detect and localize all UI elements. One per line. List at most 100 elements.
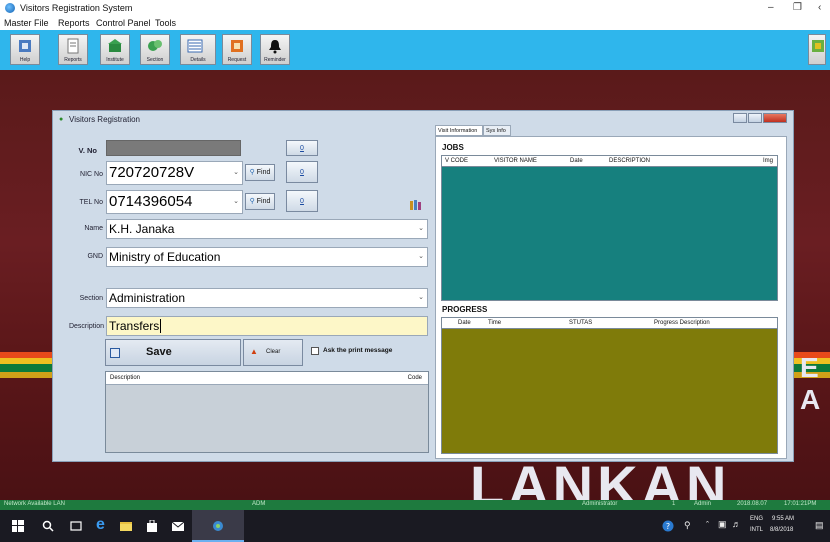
tel-count-button[interactable]: 0 (286, 190, 318, 212)
language-secondary[interactable]: INTL (750, 527, 763, 533)
jobs-col-vcode: V CODE (445, 158, 469, 164)
floppy-icon (110, 348, 120, 358)
visitors-app-icon (213, 521, 223, 531)
minimize-icon[interactable]: – (768, 2, 774, 13)
gnd-field[interactable]: Ministry of Education ⌄ (106, 247, 428, 267)
help-tray-icon[interactable]: ? (662, 520, 674, 532)
status-bar: Network Available LAN ADM Administrator … (0, 500, 830, 510)
file-explorer-icon[interactable] (120, 520, 132, 532)
maximize-icon[interactable]: ❐ (793, 2, 802, 13)
jobs-col-description: DESCRIPTION (609, 158, 651, 164)
vno-field[interactable] (106, 140, 241, 156)
toolbar-reminder-button[interactable]: Reminder (260, 34, 290, 65)
app-icon (5, 3, 15, 13)
tab-sys-info[interactable]: Sys Info (483, 125, 511, 136)
taskbar: e ? ⚲ ˆ ▣ ♬ ENG INTL 9:55 AM 8/8/2018 ▤ (0, 510, 830, 542)
section-value: Administration (109, 291, 186, 305)
tel-field[interactable]: 0714396054 ⌄ (106, 190, 243, 214)
menu-master-file[interactable]: Master File (4, 18, 49, 28)
toolbar-request-label: Request (227, 57, 247, 63)
toolbar-section-label: Section (146, 57, 164, 63)
description-field[interactable]: Transfers (106, 316, 428, 336)
dialog-minimize-button[interactable] (733, 113, 747, 123)
status-user-code: ADM (252, 501, 266, 507)
clock-date[interactable]: 8/8/2018 (770, 527, 793, 533)
jobs-title: JOBS (442, 143, 464, 152)
name-field[interactable]: K.H. Janaka ⌄ (106, 219, 428, 239)
clear-button[interactable]: ▲ Clear (243, 339, 303, 366)
menu-control-panel[interactable]: Control Panel (96, 18, 151, 28)
save-button[interactable]: Save (105, 339, 241, 366)
visitors-registration-dialog: ● Visitors Registration V. No 0 NIC No 7… (52, 110, 794, 462)
toolbar-help-label: Help (19, 57, 31, 63)
tel-find-button[interactable]: ⚲ Find (245, 193, 275, 210)
people-icon[interactable]: ⚲ (684, 520, 691, 531)
mail-icon[interactable] (172, 520, 184, 532)
menu-tools[interactable]: Tools (155, 18, 176, 28)
jobs-grid[interactable]: V CODE VISITOR NAME Date DESCRIPTION Img (441, 155, 778, 301)
toolbar-help-button[interactable]: Help (10, 34, 40, 65)
jobs-col-img: Img (762, 158, 773, 164)
vno-label: V. No (78, 146, 97, 155)
clear-label: Clear (266, 349, 281, 355)
toolbar-details-label: Details (190, 57, 206, 63)
search-icon[interactable] (42, 520, 54, 532)
tab-visit-information[interactable]: Visit Information (435, 125, 483, 136)
tel-find-label: Find (256, 198, 271, 205)
dialog-close-button[interactable] (763, 113, 787, 123)
request-icon (231, 40, 243, 52)
list-header-code: Code (407, 375, 422, 381)
help-icon (19, 40, 31, 52)
nic-value: 720720728V (109, 164, 195, 181)
volume-icon[interactable]: ♬ (732, 519, 741, 529)
magnifier-icon: ⚲ (249, 198, 255, 205)
books-icon[interactable] (409, 199, 423, 211)
nic-field[interactable]: 720720728V ⌄ (106, 161, 243, 185)
grid-icon (812, 40, 824, 52)
toolbar-reports-button[interactable]: Reports (58, 34, 88, 65)
store-icon[interactable] (146, 520, 158, 532)
network-icon[interactable]: ▣ (718, 519, 727, 530)
language-primary[interactable]: ENG (750, 516, 763, 522)
notification-icon[interactable]: ▤ (815, 520, 824, 531)
name-label: Name (84, 225, 103, 232)
toolbar-institute-button[interactable]: Institute (100, 34, 130, 65)
window-title: Visitors Registration System (20, 3, 133, 13)
eraser-icon: ▲ (250, 347, 258, 356)
section-icon (148, 40, 162, 51)
nic-count-button[interactable]: 0 (286, 161, 318, 183)
title-bar: Visitors Registration System – ❐ ‹ (0, 0, 830, 16)
shield-icon: ● (59, 116, 64, 123)
chevron-up-icon[interactable]: ˆ (706, 520, 709, 530)
toolbar-request-button[interactable]: Request (222, 34, 252, 65)
task-view-icon[interactable] (70, 520, 82, 532)
dialog-restore-button[interactable] (748, 113, 762, 123)
status-role: Administrator (582, 501, 618, 507)
windows-start-icon[interactable] (12, 520, 24, 532)
close-icon[interactable]: ‹ (818, 2, 821, 13)
toolbar-extra-button[interactable] (808, 34, 826, 65)
chevron-down-icon: ⌄ (233, 169, 239, 176)
toolbar-section-button[interactable]: Section (140, 34, 170, 65)
print-message-checkbox[interactable] (311, 347, 319, 355)
text-cursor (160, 319, 162, 333)
description-value: Transfers (109, 319, 160, 333)
description-list-header: Description Code (106, 372, 428, 385)
jobs-col-date: Date (570, 158, 583, 164)
toolbar-details-button[interactable]: Details (180, 34, 216, 65)
taskbar-app-active[interactable] (192, 510, 244, 542)
section-field[interactable]: Administration ⌄ (106, 288, 428, 308)
clock-time[interactable]: 9:55 AM (772, 516, 794, 522)
vno-count-button[interactable]: 0 (286, 140, 318, 156)
description-label: Description (68, 323, 104, 330)
status-date: 2018.08.07 (737, 501, 768, 507)
menu-reports[interactable]: Reports (58, 18, 90, 28)
progress-title: PROGRESS (442, 305, 488, 314)
description-list[interactable]: Description Code (105, 371, 429, 453)
progress-grid[interactable]: Date Time STUTAS Progress Description (441, 317, 778, 454)
jobs-col-visitor-name: VISITOR NAME (494, 158, 537, 164)
edge-browser-icon[interactable]: e (96, 516, 108, 533)
chevron-down-icon: ⌄ (418, 225, 424, 232)
dialog-title: Visitors Registration (69, 115, 140, 124)
nic-find-button[interactable]: ⚲ Find (245, 164, 275, 181)
